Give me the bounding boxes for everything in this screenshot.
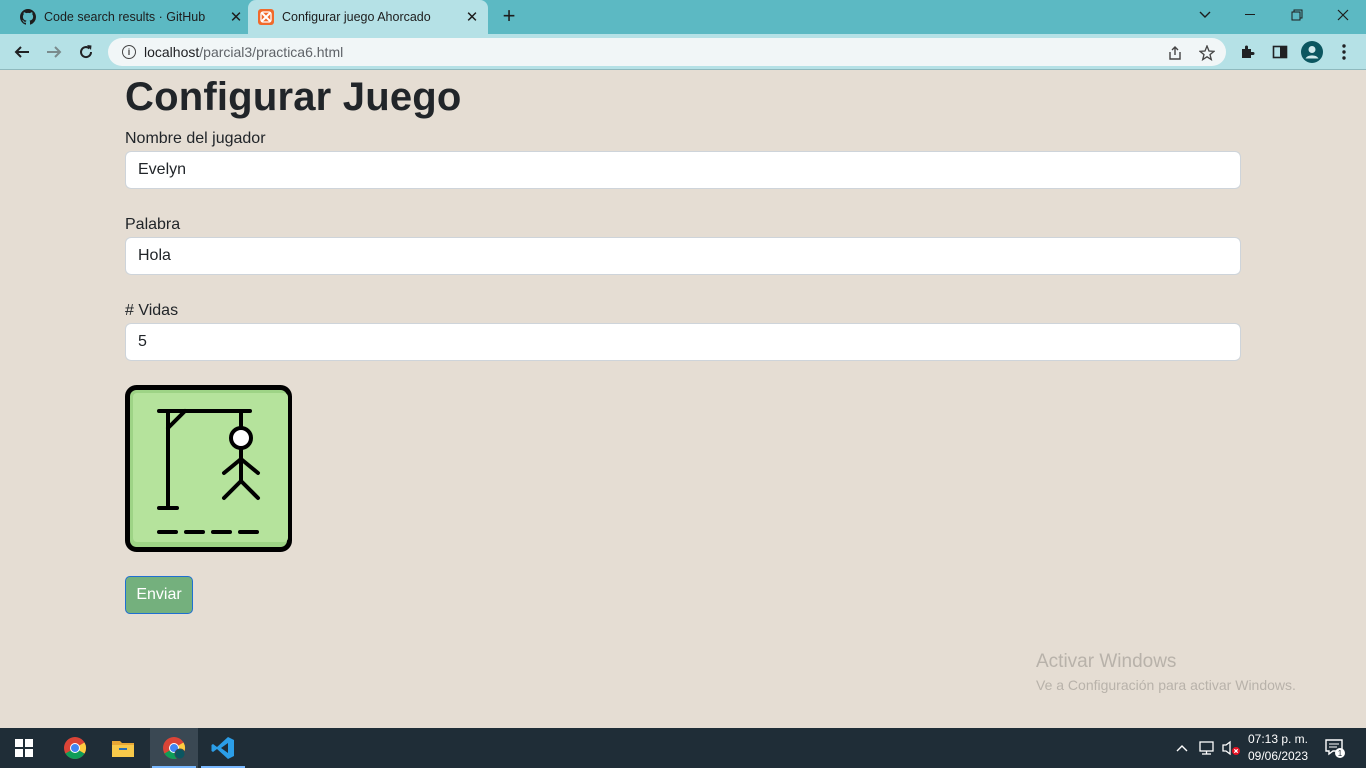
notification-center-icon[interactable]: 1 xyxy=(1320,728,1350,768)
lives-input[interactable]: 5 xyxy=(125,323,1241,361)
word-label: Palabra xyxy=(125,216,181,233)
hangman-image xyxy=(125,385,292,552)
tab-github[interactable]: Code search results · GitHub ✕ xyxy=(12,0,244,34)
chrome-menu-icon[interactable] xyxy=(1330,38,1358,66)
reload-icon[interactable] xyxy=(72,38,100,66)
site-info-icon[interactable]: i xyxy=(122,45,136,59)
github-icon xyxy=(20,9,36,25)
clock-date: 09/06/2023 xyxy=(1247,749,1309,763)
url-text: localhost/parcial3/practica6.html xyxy=(144,44,343,60)
watermark-subtitle: Ve a Configuración para activar Windows. xyxy=(1036,677,1296,693)
player-name-input[interactable]: Evelyn xyxy=(125,151,1241,189)
watermark-title: Activar Windows xyxy=(1036,651,1177,672)
back-arrow-icon[interactable] xyxy=(8,38,36,66)
chrome-profile-icon[interactable] xyxy=(150,728,198,768)
restore-button[interactable] xyxy=(1274,0,1320,30)
vscode-icon[interactable] xyxy=(199,728,247,768)
windows-start-icon[interactable] xyxy=(0,728,48,768)
xampp-icon xyxy=(258,9,274,25)
notification-count: 1 xyxy=(1338,749,1343,758)
bookmark-star-icon[interactable] xyxy=(1198,44,1216,62)
player-name-label: Nombre del jugador xyxy=(125,130,266,147)
tab-title: Code search results · GitHub xyxy=(44,10,206,24)
tab-search-chevron-icon[interactable] xyxy=(1182,0,1228,30)
url-path: /parcial3/practica6.html xyxy=(199,44,344,60)
lives-label: # Vidas xyxy=(125,302,179,319)
windows-activation-watermark: Activar Windows Ve a Configuración para … xyxy=(1036,651,1296,693)
tab-configurar-juego[interactable]: Configurar juego Ahorcado ✕ xyxy=(248,0,488,34)
browser-tab-bar: Code search results · GitHub ✕ Configura… xyxy=(0,0,1366,34)
page-title: Configurar Juego xyxy=(125,75,462,119)
word-input[interactable]: Hola xyxy=(125,237,1241,275)
show-hidden-icons-chevron-icon[interactable] xyxy=(1173,728,1191,768)
profile-avatar-icon[interactable] xyxy=(1298,38,1326,66)
minimize-button[interactable] xyxy=(1228,0,1274,30)
side-panel-icon[interactable] xyxy=(1266,38,1294,66)
page-content: Configurar Juego Nombre del jugador Evel… xyxy=(0,71,1366,728)
close-tab-icon[interactable]: ✕ xyxy=(464,9,480,26)
share-icon[interactable] xyxy=(1166,44,1184,62)
submit-button[interactable]: Enviar xyxy=(125,576,193,614)
close-window-button[interactable] xyxy=(1320,0,1366,30)
url-host: localhost xyxy=(144,44,200,60)
forward-arrow-icon[interactable] xyxy=(40,38,68,66)
browser-toolbar: i localhost/parcial3/practica6.html xyxy=(0,34,1366,70)
address-bar[interactable]: i localhost/parcial3/practica6.html xyxy=(108,38,1226,66)
chrome-icon[interactable] xyxy=(51,728,99,768)
file-explorer-icon[interactable] xyxy=(99,728,147,768)
new-tab-button[interactable]: + xyxy=(498,5,520,28)
tab-title: Configurar juego Ahorcado xyxy=(282,10,431,24)
volume-muted-icon[interactable] xyxy=(1220,728,1242,768)
clock-time: 07:13 p. m. xyxy=(1247,732,1309,746)
system-clock[interactable]: 07:13 p. m. 09/06/2023 xyxy=(1242,731,1314,765)
windows-taskbar: 07:13 p. m. 09/06/2023 1 xyxy=(0,728,1366,768)
close-tab-icon[interactable]: ✕ xyxy=(228,9,244,26)
network-icon[interactable] xyxy=(1196,728,1218,768)
extensions-puzzle-icon[interactable] xyxy=(1234,38,1262,66)
